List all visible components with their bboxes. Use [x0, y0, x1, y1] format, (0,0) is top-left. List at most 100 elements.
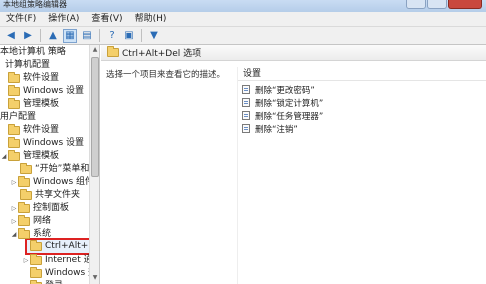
filter-icon[interactable]: ▼: [147, 29, 161, 43]
tree-item-label: 控制面板: [33, 203, 70, 213]
scroll-up-arrow-icon[interactable]: ▲: [91, 46, 99, 54]
setting-row-remove-change-password[interactable]: 删除“更改密码”: [242, 83, 315, 96]
details-header: Ctrl+Alt+Del 选项: [101, 45, 486, 61]
minimize-button[interactable]: [406, 0, 426, 9]
tree-item-software-settings[interactable]: 软件设置: [8, 124, 59, 137]
tree-item-label: Windows 设置: [23, 138, 85, 148]
expand-arrow-icon[interactable]: ▷: [10, 202, 18, 215]
folder-icon: [18, 176, 30, 187]
tree-scrollbar[interactable]: ▲ ▼: [89, 45, 99, 284]
tree-item-label: 用户配置: [0, 112, 37, 122]
title-bar: 本地组策略编辑器: [0, 0, 486, 12]
tree-item-label: 软件设置: [23, 125, 60, 135]
collapse-arrow-icon[interactable]: ◢: [0, 150, 8, 163]
folder-icon: [8, 137, 20, 148]
folder-icon: [20, 189, 32, 200]
folder-icon: [8, 85, 20, 96]
details-pane: Ctrl+Alt+Del 选项 选择一个项目来查看它的描述。 设置 删除“更改密…: [101, 45, 486, 284]
tree-item-label: 登录: [45, 280, 63, 284]
up-folder-icon[interactable]: ▲: [46, 29, 60, 43]
folder-icon: [30, 240, 42, 251]
tree-item-label: 本地计算机 策略: [0, 47, 66, 57]
expand-arrow-icon[interactable]: ▷: [10, 215, 18, 228]
setting-label: 删除“任务管理器”: [255, 111, 324, 122]
close-button[interactable]: [448, 0, 482, 9]
folder-icon: [18, 215, 30, 226]
tree-item-label: Windows 设置: [23, 86, 85, 96]
tree-item-software-settings[interactable]: 软件设置: [8, 72, 59, 85]
tree-item-label: 网络: [33, 216, 52, 226]
policy-setting-icon: [242, 85, 250, 94]
tree-item-windows-hotstart[interactable]: Windows 热: [30, 267, 97, 280]
tree-item-label: 计算机配置: [5, 60, 51, 70]
maximize-button[interactable]: [427, 0, 447, 9]
setting-label: 删除“锁定计算机”: [255, 98, 324, 109]
expand-arrow-icon[interactable]: ▷: [22, 254, 30, 267]
tree-item-label: 管理模板: [23, 151, 60, 161]
menu-help[interactable]: 帮助(H): [129, 12, 173, 26]
tree-item-windows-components[interactable]: ▷ Windows 组件: [10, 176, 94, 189]
folder-icon: [8, 150, 20, 161]
setting-row-remove-logoff[interactable]: 删除“注销”: [242, 122, 298, 135]
setting-row-remove-lock-computer[interactable]: 删除“锁定计算机”: [242, 96, 323, 109]
export-list-icon[interactable]: ▣: [122, 29, 136, 43]
folder-icon: [30, 254, 42, 265]
toolbar: ◀ ▶ ▲ ▦ ▤ ? ▣ ▼: [0, 27, 486, 45]
folder-icon: [18, 202, 30, 213]
show-hide-tree-icon[interactable]: ▦: [63, 28, 77, 43]
folder-icon: [107, 46, 119, 57]
pane-divider: [237, 67, 238, 284]
tree-item-logon[interactable]: 登录: [30, 280, 63, 284]
tree-item-label: 共享文件夹: [35, 190, 81, 200]
help-icon[interactable]: ?: [105, 29, 119, 43]
description-text: 选择一个项目来查看它的描述。: [106, 70, 226, 80]
window-title: 本地组策略编辑器: [3, 0, 67, 9]
tree-item-user-config[interactable]: 用户配置: [0, 111, 36, 124]
menu-view[interactable]: 查看(V): [85, 12, 128, 26]
tree-item-control-panel[interactable]: ▷ 控制面板: [10, 202, 69, 215]
forward-arrow-icon[interactable]: ▶: [21, 29, 35, 43]
folder-icon: [8, 72, 20, 83]
column-header-settings[interactable]: 设置: [238, 67, 486, 81]
scroll-down-arrow-icon[interactable]: ▼: [91, 274, 99, 282]
folder-icon: [8, 98, 20, 109]
folder-icon: [18, 228, 30, 239]
tree-item-label: 软件设置: [23, 73, 60, 83]
menu-action[interactable]: 操作(A): [42, 12, 85, 26]
tree-item-network[interactable]: ▷ 网络: [10, 215, 51, 228]
properties-icon[interactable]: ▤: [80, 29, 94, 43]
navigation-tree: 本地计算机 策略 计算机配置 软件设置 Windows 设置 管理模板 用户配置…: [0, 45, 100, 284]
toolbar-separator: [99, 29, 100, 42]
tree-item-admin-templates[interactable]: 管理模板: [8, 98, 59, 111]
tree-item-computer-config[interactable]: 计算机配置: [0, 59, 50, 72]
tree-item-label: Windows 组件: [33, 177, 95, 187]
tree-item-admin-templates[interactable]: ◢ 管理模板: [0, 150, 59, 163]
folder-icon: [8, 124, 20, 135]
toolbar-separator: [40, 29, 41, 42]
folder-icon: [30, 267, 42, 278]
tree-item-label: 管理模板: [23, 99, 60, 109]
details-title: Ctrl+Alt+Del 选项: [122, 49, 202, 59]
setting-label: 删除“更改密码”: [255, 85, 315, 96]
menu-file[interactable]: 文件(F): [0, 12, 42, 26]
window-controls: [406, 0, 482, 9]
tree-item-start-menu[interactable]: “开始”菜单和: [20, 163, 89, 176]
tree-item-label: “开始”菜单和: [35, 164, 90, 174]
policy-setting-icon: [242, 124, 250, 133]
tree-item-windows-settings[interactable]: Windows 设置: [8, 85, 84, 98]
setting-label: 删除“注销”: [255, 124, 298, 135]
menu-bar: 文件(F) 操作(A) 查看(V) 帮助(H): [0, 12, 486, 27]
tree-item-windows-settings[interactable]: Windows 设置: [8, 137, 84, 150]
expand-arrow-icon[interactable]: ▷: [10, 176, 18, 189]
collapse-arrow-icon[interactable]: ◢: [10, 228, 18, 241]
tree-item-shared-folders[interactable]: 共享文件夹: [20, 189, 80, 202]
tree-item-local-computer-policy[interactable]: 本地计算机 策略: [0, 46, 66, 59]
scrollbar-thumb[interactable]: [91, 57, 99, 177]
setting-row-remove-task-manager[interactable]: 删除“任务管理器”: [242, 109, 323, 122]
policy-setting-icon: [242, 98, 250, 107]
back-arrow-icon[interactable]: ◀: [4, 29, 18, 43]
computer-icon: [0, 62, 4, 70]
toolbar-separator: [141, 29, 142, 42]
folder-icon: [20, 163, 32, 174]
policy-setting-icon: [242, 111, 250, 120]
